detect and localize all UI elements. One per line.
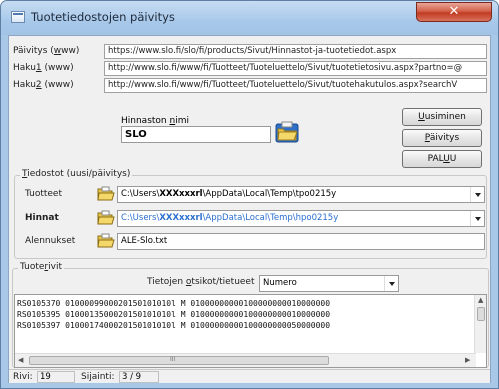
status-bar: Rivi: 19 Sijainti: 3 / 9 — [9, 369, 490, 383]
alennukset-file-input[interactable]: ALE-Slo.txt — [117, 233, 485, 250]
haku2-www-label: Haku2 (www) — [13, 80, 74, 90]
label-part: Haku — [13, 63, 36, 73]
chevron-down-icon[interactable] — [470, 211, 484, 226]
label-part: ivit — [48, 262, 62, 272]
label-accel: U — [418, 112, 425, 122]
tuotteet-folder-icon[interactable] — [97, 186, 115, 201]
rivi-label: Rivi: — [13, 372, 33, 382]
window-icon — [11, 11, 25, 23]
label-part: Tietojen — [147, 277, 186, 287]
close-button[interactable]: ✕ — [416, 2, 492, 22]
alennukset-label: Alennukset — [25, 236, 76, 246]
path-part: C:\Users\ — [121, 213, 160, 223]
title-bar[interactable]: Tuotetiedostojen päivitys ✕ — [1, 1, 498, 35]
haku2-url-input[interactable]: http://www.slo.fi/www/fi/Tuotteet/Tuotel… — [104, 78, 487, 93]
tuotteet-label: Tuotteet — [25, 189, 63, 199]
uusiminen-button[interactable]: Uusiminen — [402, 108, 482, 126]
chevron-down-icon[interactable] — [470, 187, 484, 202]
tuoterivit-group-title: Tuoterivit — [18, 262, 64, 272]
label-part: PAL — [427, 154, 444, 164]
label-part: Hinnaston — [121, 116, 170, 126]
dialog-client: Päivitys (www) https://www.slo.fi/slo/fi… — [8, 35, 491, 383]
label-part: iedostot (uusi/päivitys) — [27, 169, 131, 179]
path-part: C:\Users\ — [121, 189, 160, 199]
alennukset-folder-icon[interactable] — [97, 233, 115, 248]
haku1-www-label: Haku1 (www) — [13, 63, 74, 73]
select-value: Numero — [263, 278, 297, 288]
vertical-scrollbar[interactable]: ▲ — [474, 295, 486, 353]
hinnat-folder-icon[interactable] — [97, 210, 115, 225]
scroll-up-icon[interactable]: ▲ — [478, 296, 483, 304]
otsikot-tietueet-label: Tietojen otsikot/tietueet — [147, 277, 255, 287]
label-accel: U — [443, 154, 450, 164]
hinnaston-nimi-input[interactable]: SLO — [121, 126, 271, 143]
grid-row[interactable]: RS0105395 0100013500020150101010l M 0100… — [17, 310, 330, 320]
hinnat-file-combo[interactable]: C:\Users\XXXxxxrl\AppData\Local\Temp\hpo… — [117, 210, 485, 227]
tiedostot-group-title: Tiedostot (uusi/päivitys) — [20, 169, 133, 179]
label-part: tsikot/tietueet — [191, 277, 255, 287]
path-part: \AppData\Local\Temp\hpo0215y — [202, 213, 339, 223]
label-part: Haku — [13, 80, 36, 90]
label-part: usiminen — [424, 112, 466, 122]
otsikot-tietueet-select[interactable]: Numero — [259, 275, 399, 292]
scroll-thumb[interactable] — [477, 307, 485, 321]
label-part: U — [449, 154, 457, 164]
thumb-grip: III — [170, 356, 176, 363]
tuotteet-file-combo[interactable]: C:\Users\XXXxxxrl\AppData\Local\Temp\tpo… — [117, 186, 485, 203]
label-part: Päivitys ( — [13, 46, 54, 56]
scroll-left-icon[interactable]: ◀ — [18, 356, 23, 364]
paivitys-www-label: Päivitys (www) — [13, 46, 79, 56]
tuoterivit-grid[interactable]: RS0105370 0100009900020150101010l M 0100… — [14, 294, 487, 368]
path-user: XXXxxxrl — [159, 189, 203, 199]
hinnaston-nimi-label: Hinnaston nimi — [121, 116, 189, 126]
sijainti-value: 3 / 9 — [119, 371, 159, 383]
horizontal-scrollbar[interactable]: ◀ III ▶ — [15, 353, 476, 367]
label-part: (www) — [41, 80, 74, 90]
path-user: XXXxxxrl — [159, 213, 203, 223]
grid-row[interactable]: RS0105370 0100009900020150101010l M 0100… — [17, 299, 330, 309]
label-part: imi — [175, 116, 189, 126]
open-folder-icon[interactable] — [275, 120, 299, 144]
scroll-right-icon[interactable]: ▶ — [465, 356, 470, 364]
label-part: ww) — [61, 46, 80, 56]
paluu-button[interactable]: PALUU — [402, 150, 482, 168]
path-part: \AppData\Local\Temp\tpo0215y — [202, 189, 337, 199]
app-window: Tuotetiedostojen päivitys ✕ Päivitys (ww… — [0, 0, 499, 389]
label-part: äivitys — [429, 133, 460, 143]
rivi-value: 19 — [37, 371, 75, 383]
grid-row[interactable]: RS0105397 0100017400020150101010l M 0100… — [17, 321, 330, 331]
label-part: (www) — [41, 63, 74, 73]
hinnat-label: Hinnat — [25, 213, 59, 223]
sijainti-label: Sijainti: — [81, 372, 115, 382]
scroll-thumb[interactable]: III — [29, 356, 329, 365]
haku1-url-input[interactable]: http://www.slo.fi/www/fi/Tuotteet/Tuotel… — [104, 61, 487, 76]
paivitys-url-input[interactable]: https://www.slo.fi/slo/fi/products/Sivut… — [104, 44, 487, 59]
chevron-down-icon[interactable] — [384, 276, 398, 291]
window-title: Tuotetiedostojen päivitys — [31, 10, 175, 24]
paivitys-button[interactable]: Päivitys — [402, 129, 482, 147]
label-part: Tuote — [20, 262, 45, 272]
